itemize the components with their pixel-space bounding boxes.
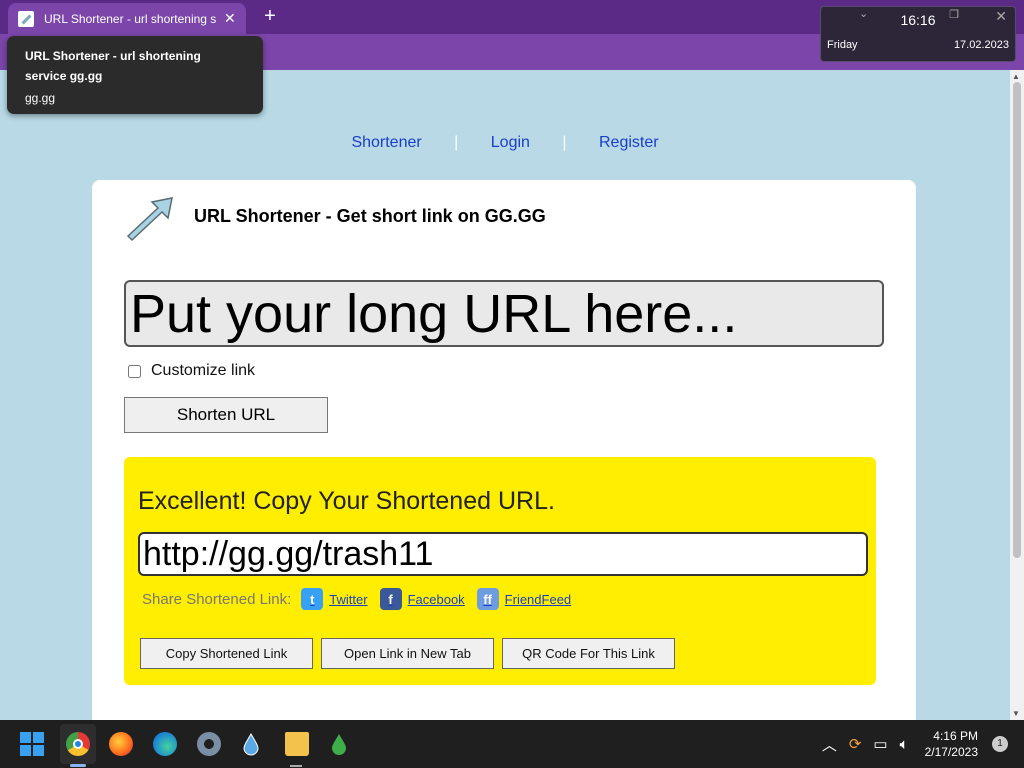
green-drop-icon[interactable] <box>329 732 349 756</box>
result-heading: Excellent! Copy Your Shortened URL. <box>138 487 555 515</box>
taskbar-active-indicator <box>70 764 86 767</box>
qr-code-button[interactable]: QR Code For This Link <box>502 638 675 669</box>
page-title: URL Shortener - Get short link on GG.GG <box>194 206 546 226</box>
scroll-up-icon[interactable]: ▲ <box>1012 72 1020 81</box>
twitter-icon: t <box>301 588 324 610</box>
browser-tab[interactable]: URL Shortener - url shortening se ✕ <box>8 3 246 34</box>
taskbar-clock[interactable]: 4:16 PM 2/17/2023 <box>925 728 978 760</box>
clock-date: 17.02.2023 <box>953 39 1009 51</box>
clock-time: 16:16 <box>900 12 936 28</box>
shortener-card: URL Shortener - Get short link on GG.GG … <box>92 180 916 740</box>
customize-link-checkbox[interactable] <box>128 364 141 378</box>
tab-tooltip: URL Shortener - url shortening service g… <box>7 36 263 114</box>
volume-icon[interactable]: 🔈︎ <box>900 736 909 753</box>
result-panel: Excellent! Copy Your Shortened URL. Shar… <box>124 457 876 685</box>
nav-shortener[interactable]: Shortener <box>351 134 421 151</box>
taskbar-date: 2/17/2023 <box>924 745 978 759</box>
share-label: Share Shortened Link: <box>142 590 292 608</box>
share-friendfeed[interactable]: ff FriendFeed <box>476 588 572 610</box>
friendfeed-icon: ff <box>476 588 499 610</box>
favicon-icon <box>18 10 34 27</box>
tooltip-url: gg.gg <box>25 91 56 105</box>
shorten-url-button[interactable]: Shorten URL <box>124 397 328 433</box>
tab-title: URL Shortener - url shortening se <box>44 11 216 26</box>
short-url-field[interactable] <box>138 532 868 576</box>
firefox-icon[interactable] <box>109 732 133 756</box>
restore-icon[interactable]: ❐ <box>949 8 959 21</box>
clock-day: Friday <box>827 39 858 51</box>
tooltip-title: URL Shortener - url shortening service g… <box>25 49 201 83</box>
facebook-icon: f <box>379 588 402 610</box>
plus-icon[interactable]: + <box>258 5 282 29</box>
result-actions: Copy Shortened Link Open Link in New Tab… <box>140 638 675 669</box>
taskbar-time: 4:16 PM <box>933 729 978 743</box>
chrome-icon[interactable] <box>66 732 90 756</box>
scroll-down-icon[interactable]: ▼ <box>1012 709 1020 718</box>
arrow-logo-icon <box>126 197 173 242</box>
nav-login[interactable]: Login <box>491 134 530 151</box>
share-facebook[interactable]: f Facebook <box>379 588 465 610</box>
edge-icon[interactable] <box>153 732 177 756</box>
system-tray: ︿ ⟳ ▭ 🔈︎ 4:16 PM 2/17/2023 1 <box>822 720 1008 768</box>
display-icon[interactable]: ▭ <box>873 735 887 753</box>
open-link-button[interactable]: Open Link in New Tab <box>321 638 494 669</box>
clock-widget: ⌄ 16:16 ❐ ✕ Friday 17.02.2023 <box>820 6 1016 62</box>
customize-link-option[interactable]: Customize link <box>128 362 255 380</box>
share-twitter[interactable]: t Twitter <box>301 588 368 610</box>
chevron-up-icon[interactable]: ︿ <box>822 734 837 755</box>
share-row: Share Shortened Link: t Twitter f Facebo… <box>142 588 583 610</box>
share-friendfeed-label: FriendFeed <box>504 591 572 607</box>
page-scrollbar[interactable]: ▲ ▼ <box>1010 70 1024 720</box>
customize-link-label: Customize link <box>151 362 256 379</box>
close-icon[interactable]: ✕ <box>224 10 236 27</box>
share-facebook-label: Facebook <box>407 591 465 607</box>
nav-register[interactable]: Register <box>599 134 659 151</box>
sync-icon[interactable]: ⟳ <box>849 735 862 753</box>
share-twitter-label: Twitter <box>329 591 368 607</box>
file-explorer-icon[interactable] <box>285 732 309 756</box>
windows-start-icon[interactable] <box>20 732 44 756</box>
water-drop-icon[interactable] <box>241 732 261 756</box>
nav-separator: | <box>562 134 567 151</box>
taskbar: ︿ ⟳ ▭ 🔈︎ 4:16 PM 2/17/2023 1 <box>0 720 1024 768</box>
scroll-thumb[interactable] <box>1013 82 1021 558</box>
taskbar-open-indicator <box>290 765 302 767</box>
notification-badge[interactable]: 1 <box>992 736 1008 752</box>
settings-icon[interactable] <box>197 732 221 756</box>
nav-separator: | <box>454 134 459 151</box>
site-nav: Shortener | Login | Register <box>0 134 1010 152</box>
close-icon[interactable]: ✕ <box>995 8 1007 25</box>
copy-link-button[interactable]: Copy Shortened Link <box>140 638 313 669</box>
long-url-input[interactable] <box>124 280 884 347</box>
